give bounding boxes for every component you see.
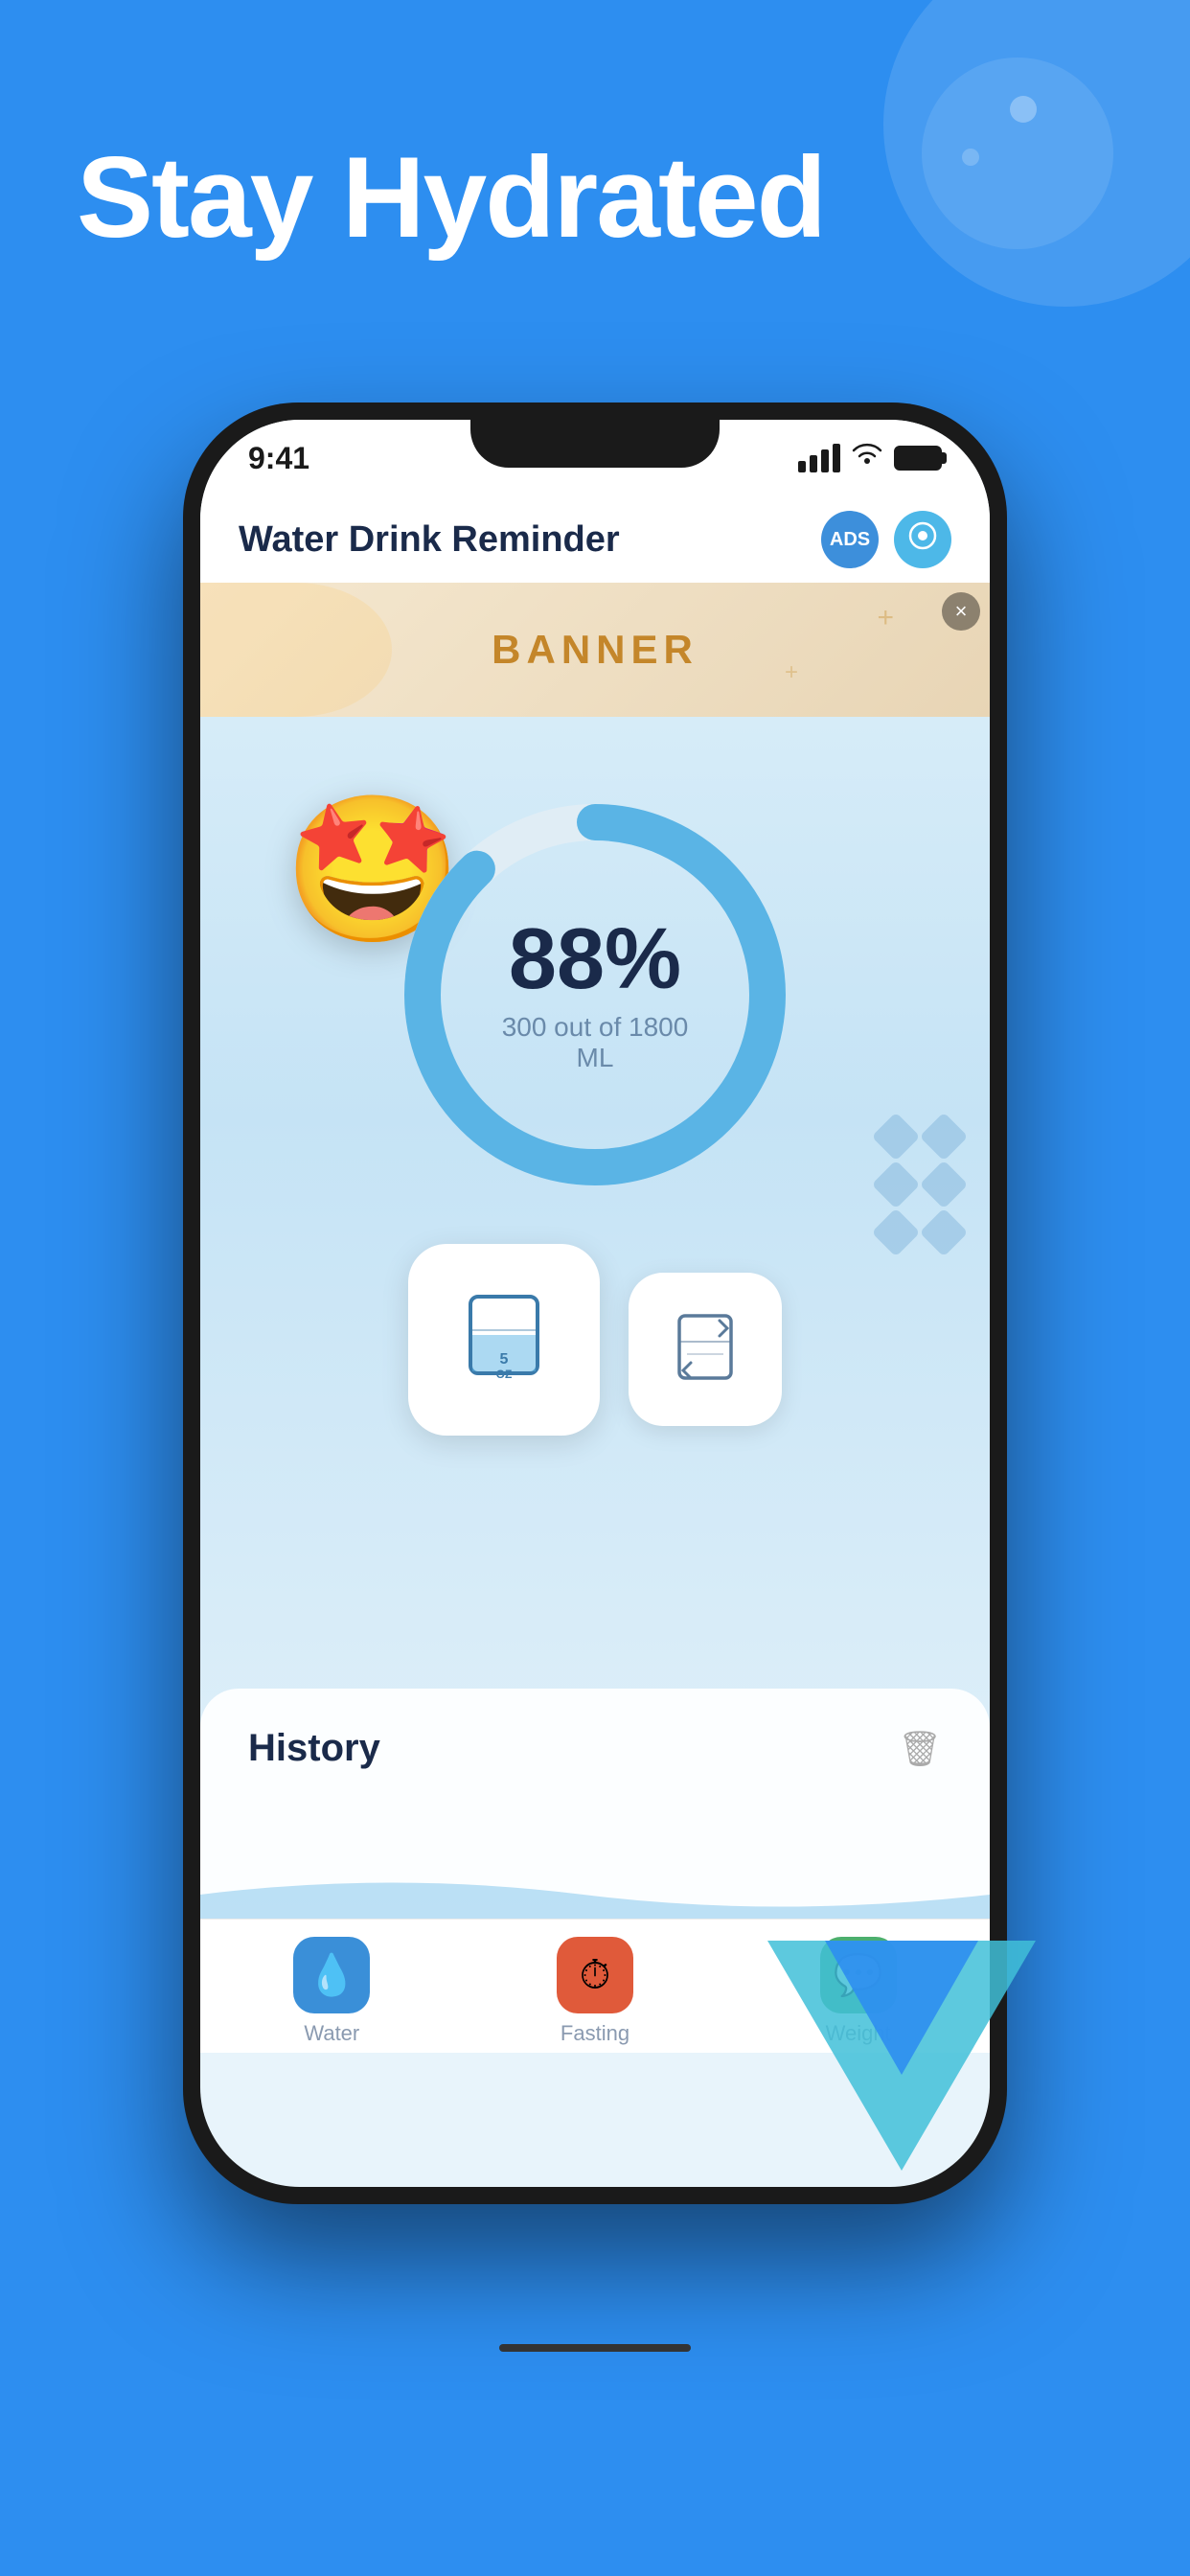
trash-icon[interactable]: 🗑 [898,1729,942,1769]
page-title: Stay Hydrated [77,134,825,261]
main-content: 🤩 [200,717,990,2053]
phone-screen: 9:41 Water Dr [200,420,990,2187]
diamond-6 [920,1208,969,1257]
tab-fasting-icon-wrapper: ⏱ [557,1937,633,2013]
cup-icon-secondary [672,1311,739,1388]
diamond-3 [872,1161,921,1209]
history-section: History 🗑 [200,1689,990,1919]
banner-decoration [200,583,392,717]
app-name: Water Drink Reminder [239,519,620,561]
ring-center: 88% 300 out of 1800 ML [494,916,696,1073]
plus-decoration-2: + [785,659,798,686]
phone-mockup: 9:41 Water Dr [183,402,1007,2367]
plus-decoration-1: + [877,602,894,634]
phone-notch [470,420,720,468]
diamond-1 [872,1113,921,1162]
history-header: History 🗑 [200,1689,990,1789]
phone-outer-frame: 9:41 Water Dr [183,402,1007,2204]
close-icon: × [955,599,968,624]
drink-secondary-button[interactable] [629,1273,782,1426]
tab-water[interactable]: 💧 Water [293,1937,370,2046]
tab-fasting-label: Fasting [561,2021,629,2046]
ads-button[interactable]: ADS [821,511,879,568]
settings-icon [908,521,937,558]
banner-ad: BANNER × + + [200,583,990,717]
bg-circle-small [922,58,1113,249]
water-tab-icon: 💧 [307,1952,356,1999]
banner-text: BANNER [492,627,698,673]
settings-button[interactable] [894,511,951,568]
app-header: Water Drink Reminder ADS [200,496,990,583]
diamond-decorations [879,1119,961,1250]
tab-water-icon-wrapper: 💧 [293,1937,370,2013]
diamond-2 [920,1113,969,1162]
progress-area: 88% 300 out of 1800 ML [200,717,990,1196]
progress-percent: 88% [494,916,696,1002]
tab-water-label: Water [304,2021,359,2046]
history-title: History [248,1727,380,1770]
progress-ring-container: 88% 300 out of 1800 ML [394,794,796,1196]
cup-icon-primary: 5 OZ [461,1292,547,1388]
drink-primary-button[interactable]: 5 OZ [408,1244,600,1436]
wave-bottom [200,1871,990,1919]
banner-close-button[interactable]: × [942,592,980,631]
diamond-4 [920,1161,969,1209]
battery-icon [894,446,942,471]
tab-fasting[interactable]: ⏱ Fasting [557,1937,633,2046]
ads-label: ADS [830,529,870,551]
svg-text:OZ: OZ [496,1368,513,1381]
header-buttons: ADS [821,511,951,568]
svg-text:5: 5 [500,1351,509,1368]
drink-buttons-area: 5 OZ [200,1244,990,1436]
bg-dot-2 [962,149,979,166]
signal-icon [798,444,840,472]
status-time: 9:41 [248,441,309,476]
home-indicator [499,2344,691,2352]
bg-dot-1 [1010,96,1037,123]
status-icons [798,443,942,474]
diamond-5 [872,1208,921,1257]
wifi-icon [852,443,882,474]
fasting-tab-icon: ⏱ [580,1952,611,1999]
vue-triangle-decoration [767,1941,1036,2175]
progress-detail: 300 out of 1800 ML [494,1012,696,1073]
